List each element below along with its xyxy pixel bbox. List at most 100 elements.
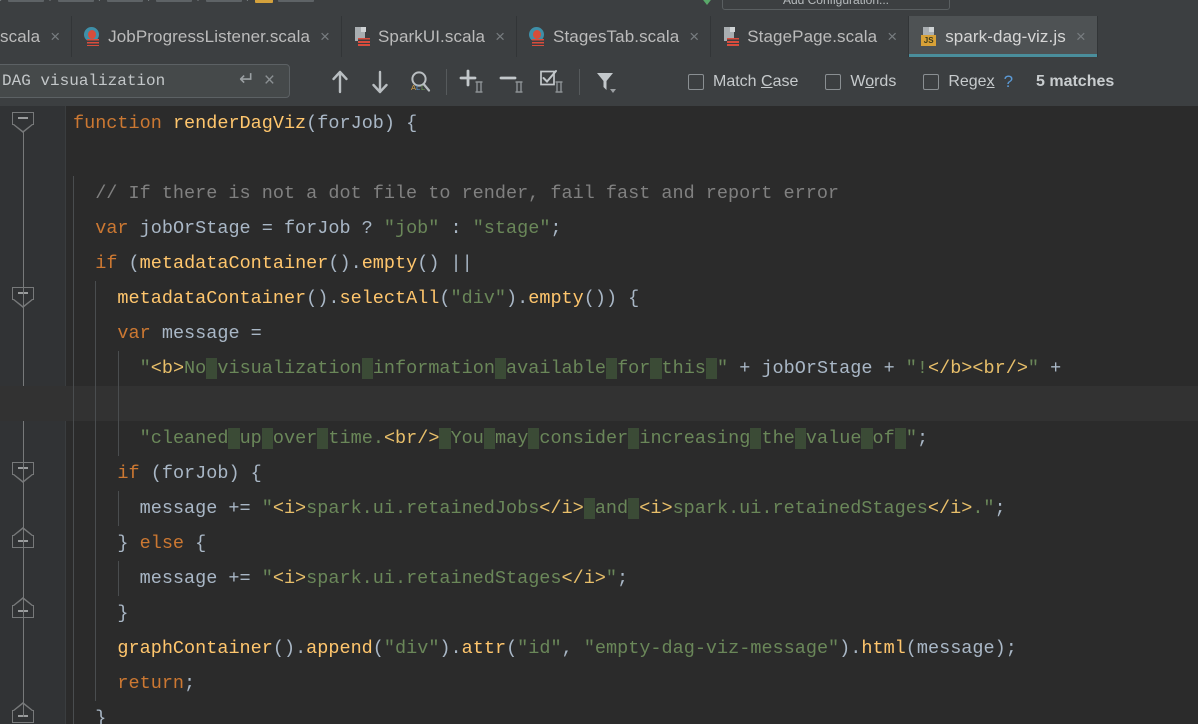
code-line[interactable]: var jobOrStage = forJob ? "job" : "stage… xyxy=(66,211,1198,246)
add-selection-button[interactable] xyxy=(453,57,493,106)
code-editor[interactable]: function renderDagViz(forJob) { // If th… xyxy=(0,106,1198,724)
code-token: append xyxy=(306,638,373,659)
run-triangle-icon[interactable] xyxy=(700,0,714,5)
scala-sheet-file-icon xyxy=(354,27,371,46)
toolbar-divider xyxy=(579,68,580,95)
code-token: ( xyxy=(372,638,384,659)
code-line[interactable]: function renderDagViz(forJob) { xyxy=(66,106,1198,141)
code-token: graphContainer xyxy=(117,638,273,659)
select-all-lines-button[interactable] xyxy=(533,57,573,106)
search-input[interactable]: DAG visualization ↵ × xyxy=(0,64,290,98)
breadcrumb-separator: / xyxy=(148,0,151,4)
code-line[interactable]: } xyxy=(66,701,1198,724)
code-content[interactable]: function renderDagViz(forJob) { // If th… xyxy=(0,106,1198,724)
regex-checkbox[interactable]: Regex xyxy=(923,72,995,91)
checkbox-box[interactable] xyxy=(688,73,704,90)
fold-open-icon[interactable] xyxy=(12,112,34,133)
code-line[interactable]: var message = xyxy=(66,316,1198,351)
filter-button[interactable] xyxy=(586,57,626,106)
code-line[interactable]: "cleaned up over time.<br/> You may cons… xyxy=(66,421,1198,456)
code-token xyxy=(494,358,507,379)
code-token: spark.ui.retainedStages xyxy=(306,568,562,589)
code-line[interactable]: } else { xyxy=(66,526,1198,561)
code-line[interactable]: if (metadataContainer().empty() || xyxy=(66,246,1198,281)
close-icon[interactable]: × xyxy=(686,28,699,45)
code-line[interactable]: return; xyxy=(66,666,1198,701)
indent-guide xyxy=(73,246,74,281)
close-icon[interactable]: × xyxy=(492,28,505,45)
add-configuration-button[interactable]: Add Configuration... xyxy=(722,0,950,10)
code-token xyxy=(439,428,451,449)
current-line-highlight xyxy=(0,386,1198,421)
code-token: return xyxy=(117,673,185,694)
code-line[interactable]: graphContainer().append("div").attr("id"… xyxy=(66,631,1198,666)
select-all-occurrences-button[interactable]: A L L xyxy=(400,57,440,106)
breadcrumb-segment[interactable] xyxy=(156,0,193,2)
code-token: ). xyxy=(439,638,462,659)
code-line[interactable] xyxy=(66,141,1198,176)
find-next-button[interactable] xyxy=(360,57,400,106)
code-token xyxy=(483,428,495,449)
code-token: forJob xyxy=(317,113,384,134)
code-line[interactable]: if (forJob) { xyxy=(66,456,1198,491)
words-checkbox[interactable]: Words xyxy=(825,73,896,91)
search-enter-icon[interactable]: ↵ xyxy=(239,70,264,92)
find-toolbar: DAG visualization ↵ × A L L Match Case W… xyxy=(0,57,1198,106)
indent-guide xyxy=(95,386,97,421)
code-line[interactable]: } xyxy=(66,596,1198,631)
editor-tab-stagestab-scala[interactable]: StagesTab.scala × xyxy=(517,16,712,57)
code-token xyxy=(361,358,373,379)
indent-guide xyxy=(117,351,119,386)
code-token: (). xyxy=(328,253,362,274)
close-icon[interactable]: × xyxy=(1073,28,1086,45)
indent-guide xyxy=(95,526,97,561)
code-token: // If there is not a dot file to render,… xyxy=(73,183,840,204)
indent-guide xyxy=(95,456,97,491)
regex-help-icon[interactable]: ? xyxy=(1004,72,1013,92)
close-icon[interactable]: × xyxy=(317,28,330,45)
code-line[interactable]: "<b>No visualization information availab… xyxy=(66,351,1198,386)
code-token xyxy=(583,498,595,519)
code-token: this xyxy=(661,358,706,379)
code-token: ( xyxy=(506,638,518,659)
breadcrumb-segment[interactable] xyxy=(8,0,45,2)
checkbox-box[interactable] xyxy=(923,73,940,90)
search-input-value: DAG visualization xyxy=(2,72,166,90)
code-token: html xyxy=(861,638,906,659)
code-line[interactable]: message += "<i>spark.ui.retainedJobs</i>… xyxy=(66,491,1198,526)
code-token: " xyxy=(261,498,273,519)
breadcrumb[interactable]: / / / / / / xyxy=(0,0,315,5)
editor-tab-jobprogresslistener-scala[interactable]: JobProgressListener.scala × xyxy=(72,16,342,57)
code-line[interactable]: metadataContainer().selectAll("div").emp… xyxy=(66,281,1198,316)
checkbox-box[interactable] xyxy=(825,73,842,90)
match-case-checkbox[interactable]: Match Case xyxy=(688,73,798,91)
code-line[interactable]: "If this is an old " + jobOrStage + ", i… xyxy=(0,386,1198,421)
editor-tab-sparkui-scala[interactable]: SparkUI.scala × xyxy=(342,16,518,57)
code-token: <br/> xyxy=(383,428,440,449)
editor-tab-spark-dag-viz-js[interactable]: JS spark-dag-viz.js × xyxy=(909,16,1098,57)
breadcrumb-segment[interactable] xyxy=(57,0,94,2)
search-clear-icon[interactable]: × xyxy=(264,71,289,92)
code-token: " xyxy=(139,428,151,449)
remove-selection-button[interactable] xyxy=(493,57,533,106)
editor-tab-label: StagesTab.scala xyxy=(553,26,680,46)
code-line[interactable]: message += "<i>spark.ui.retainedStages</… xyxy=(66,561,1198,596)
code-token: <i> xyxy=(272,568,307,589)
breadcrumb-segment[interactable] xyxy=(205,0,242,2)
code-token: </i> xyxy=(561,568,606,589)
code-line[interactable]: // If there is not a dot file to render,… xyxy=(66,176,1198,211)
code-token: ; xyxy=(550,218,562,239)
code-token: "div" xyxy=(383,638,440,659)
find-previous-button[interactable] xyxy=(320,57,360,106)
close-icon[interactable]: × xyxy=(47,28,60,45)
breadcrumb-segment[interactable] xyxy=(107,0,144,2)
checkbox-label: Regex xyxy=(948,72,995,90)
main-toolbar-strip: / / / / / / Add Configuration... xyxy=(0,0,1198,16)
editor-tab-scala[interactable]: scala × xyxy=(0,16,73,57)
close-icon[interactable]: × xyxy=(884,28,897,45)
breadcrumb-segment[interactable] xyxy=(278,0,315,2)
breadcrumb-separator: / xyxy=(197,0,200,4)
editor-tab-stagepage-scala[interactable]: StagePage.scala × xyxy=(711,16,910,57)
